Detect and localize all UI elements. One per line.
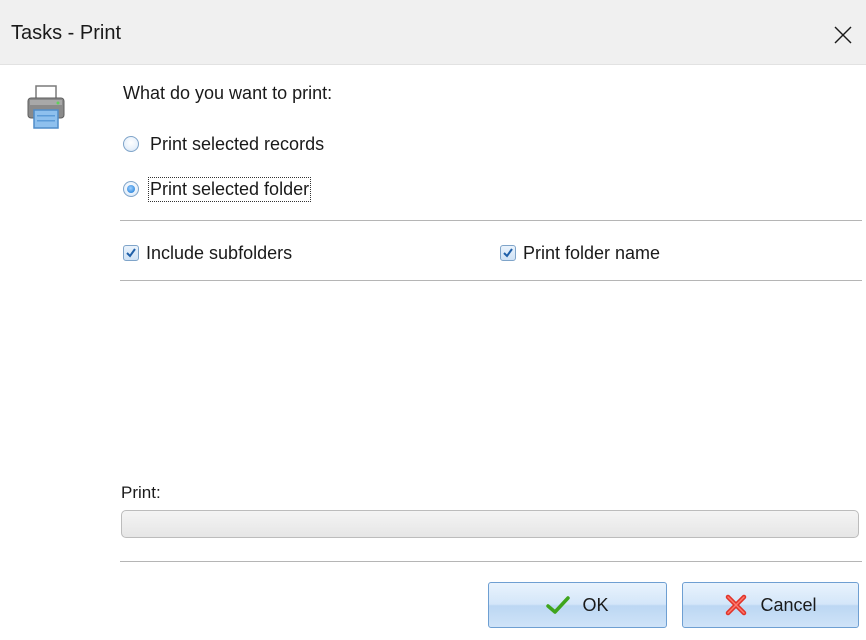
red-x-icon xyxy=(724,594,748,616)
radio-print-selected-records[interactable]: Print selected records xyxy=(123,131,324,157)
window-title: Tasks - Print xyxy=(11,22,122,44)
close-icon xyxy=(834,26,852,44)
radio-label-folder: Print selected folder xyxy=(147,176,312,202)
checkmark-icon xyxy=(126,248,136,258)
divider-middle xyxy=(120,280,862,281)
divider-top xyxy=(120,220,862,221)
print-question-label: What do you want to print: xyxy=(123,83,333,103)
close-button[interactable] xyxy=(820,12,866,56)
ok-button-label: OK xyxy=(582,594,609,615)
checkmark-icon xyxy=(503,248,513,258)
cancel-button-label: Cancel xyxy=(760,594,817,615)
checkmark-icon xyxy=(546,595,571,615)
checkbox-print-folder-name[interactable]: Print folder name xyxy=(500,240,660,266)
include-subfolders-label: Include subfolders xyxy=(146,242,293,263)
print-progress-bar xyxy=(121,510,859,538)
title-bar: Tasks - Print xyxy=(0,0,866,65)
cancel-button[interactable]: Cancel xyxy=(682,582,859,628)
radio-button-records[interactable] xyxy=(123,136,139,152)
radio-print-selected-folder[interactable]: Print selected folder xyxy=(123,176,312,202)
print-folder-name-checkbox[interactable] xyxy=(500,245,516,261)
print-folder-name-label: Print folder name xyxy=(523,242,661,263)
print-dialog: Tasks - Print What do you want to print:… xyxy=(0,0,866,640)
printer-icon xyxy=(27,85,65,129)
divider-bottom xyxy=(120,561,862,562)
checkbox-include-subfolders[interactable]: Include subfolders xyxy=(123,240,292,266)
radio-label-records: Print selected records xyxy=(150,133,325,154)
ok-button[interactable]: OK xyxy=(488,582,667,628)
include-subfolders-checkbox[interactable] xyxy=(123,245,139,261)
print-progress-label: Print: xyxy=(121,483,161,502)
radio-button-folder[interactable] xyxy=(123,181,139,197)
